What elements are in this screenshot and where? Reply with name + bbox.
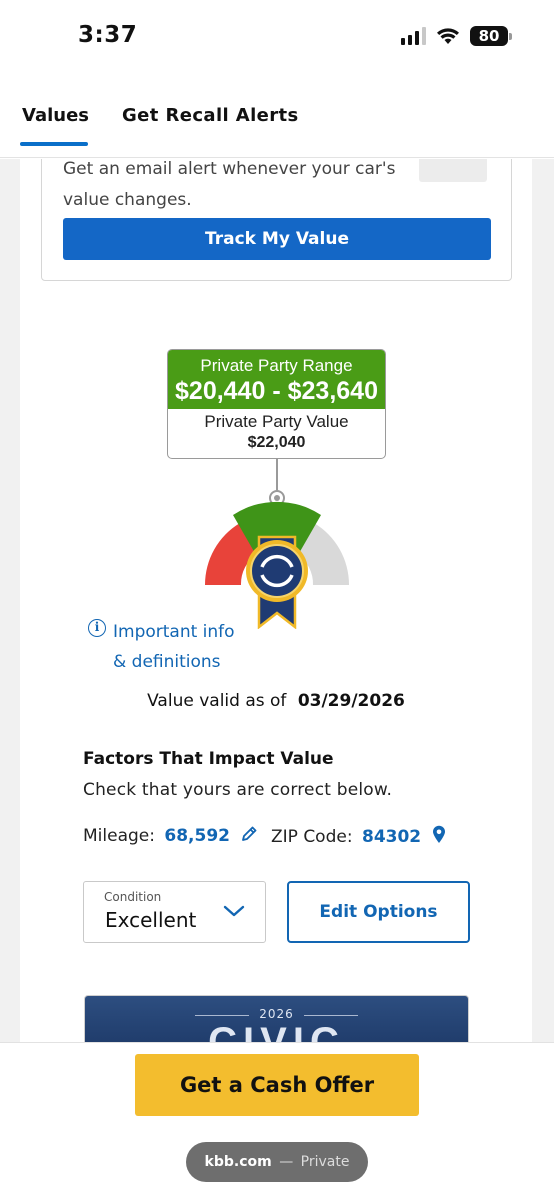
edit-options-button[interactable]: Edit Options — [287, 881, 470, 943]
value-gauge — [204, 459, 350, 629]
condition-select[interactable]: Condition Excellent — [83, 881, 266, 943]
valid-as-of-date: 03/29/2026 — [297, 691, 405, 711]
browser-url-pill[interactable]: kbb.com — Private — [186, 1142, 368, 1182]
status-bar: 3:37 80 — [0, 0, 554, 78]
pencil-icon[interactable] — [240, 825, 258, 843]
valid-as-of-label: Value valid as of — [147, 691, 287, 711]
range-label: Private Party Range — [200, 356, 353, 375]
condition-value: Excellent — [105, 908, 197, 932]
factors-title: Factors That Impact Value — [83, 749, 334, 769]
mileage-label: Mileage: — [83, 826, 155, 846]
track-value-card: Get an email alert whenever your car's v… — [41, 159, 512, 281]
chevron-down-icon — [223, 905, 245, 917]
important-info-line1[interactable]: Important info — [113, 617, 288, 647]
alert-description: Get an email alert whenever your car's v… — [63, 159, 396, 210]
zip-row: ZIP Code: 84302 — [271, 825, 446, 847]
active-tab-indicator — [20, 142, 88, 146]
alert-graphic — [419, 159, 487, 182]
status-time: 3:37 — [78, 22, 138, 48]
important-info-line2[interactable]: & definitions — [113, 647, 288, 677]
value-valid-as-of: Value valid as of 03/29/2026 — [20, 691, 532, 711]
zip-value[interactable]: 84302 — [362, 827, 421, 847]
private-party-value-label: Private Party Value — [204, 412, 349, 431]
private-party-value-amount: $22,040 — [247, 434, 306, 451]
status-icons: 80 — [401, 26, 512, 46]
promo-line-right — [304, 1015, 358, 1016]
mileage-value[interactable]: 68,592 — [164, 826, 230, 846]
tab-bar: Values Get Recall Alerts — [0, 78, 554, 158]
tab-values[interactable]: Values — [22, 105, 89, 126]
url-domain: kbb.com — [204, 1154, 272, 1170]
info-icon: i — [88, 619, 106, 637]
map-pin-icon[interactable] — [432, 825, 446, 844]
promo-year: 2026 — [259, 1007, 294, 1021]
wifi-icon — [437, 28, 459, 44]
important-info-link[interactable]: i Important info & definitions — [88, 617, 288, 677]
battery-icon: 80 — [470, 26, 512, 46]
signal-icon — [401, 27, 426, 45]
url-separator: — — [279, 1154, 294, 1170]
value-page-card: Get an email alert whenever your car's v… — [20, 159, 532, 1043]
mileage-row: Mileage: 68,592 — [83, 825, 258, 846]
url-private-mode: Private — [300, 1154, 350, 1170]
bottom-action-bar: Get a Cash Offer kbb.com — Private — [0, 1042, 554, 1200]
zip-label: ZIP Code: — [271, 827, 353, 847]
private-party-value-box: Private Party Range $20,440 - $23,640 Pr… — [167, 349, 386, 459]
factors-subtitle: Check that yours are correct below. — [83, 780, 393, 800]
get-cash-offer-button[interactable]: Get a Cash Offer — [135, 1054, 419, 1116]
tab-get-recall-alerts[interactable]: Get Recall Alerts — [122, 105, 299, 126]
promo-model: CIVIC — [208, 1020, 345, 1043]
scroll-area[interactable]: Get an email alert whenever your car's v… — [0, 159, 554, 1043]
track-my-value-button[interactable]: Track My Value — [63, 218, 491, 260]
kbb-badge-icon — [246, 535, 308, 629]
range-header: Private Party Range $20,440 - $23,640 — [168, 350, 385, 409]
promo-banner[interactable]: 2026 CIVIC — [84, 995, 469, 1043]
condition-label: Condition — [104, 890, 162, 904]
range-amount: $20,440 - $23,640 — [175, 377, 378, 405]
